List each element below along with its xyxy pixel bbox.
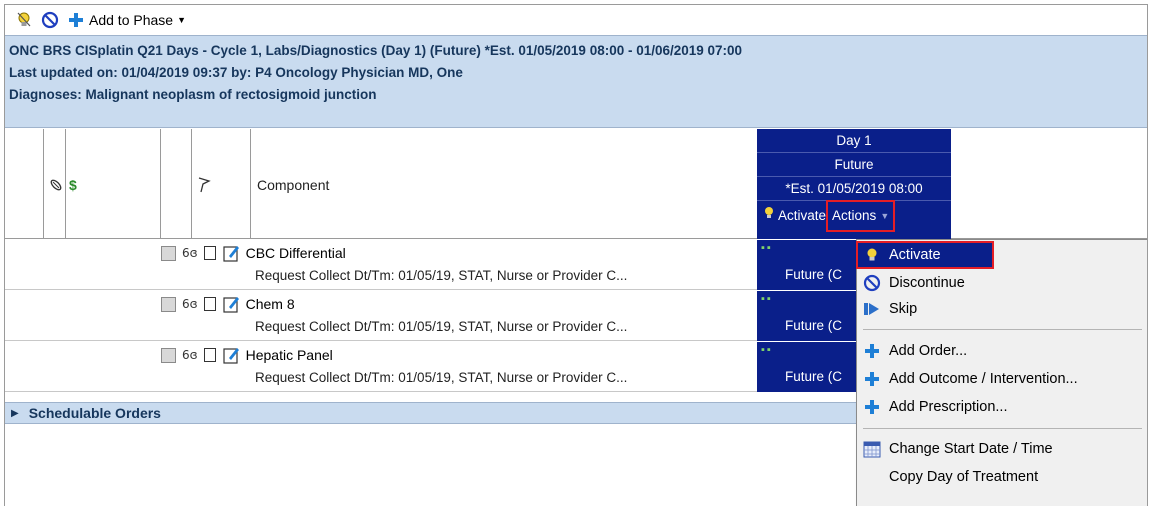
window: Add to Phase ▼ ONC BRS CISplatin Q21 Day…	[4, 4, 1148, 506]
menu-item-add-prescription[interactable]: Add Prescription...	[857, 394, 1147, 420]
divider	[65, 129, 66, 239]
day-status: Future	[757, 153, 951, 177]
plus-icon	[863, 370, 881, 388]
order-status-cell[interactable]: ▪▪ Future (C	[757, 342, 857, 392]
day-column-header: Day 1 Future *Est. 01/05/2019 08:00 Acti…	[757, 129, 951, 239]
order-status: Future (C	[785, 267, 843, 282]
menu-separator	[863, 329, 1142, 330]
actions-context-menu: Activate Discontinue Skip Add Order... A…	[856, 239, 1147, 506]
order-row[interactable]: 6ɞ Hepatic Panel Request Collect Dt/Tm: …	[5, 342, 757, 392]
clipboard-icon	[222, 346, 240, 364]
chevron-down-icon: ▼	[177, 15, 186, 25]
actions-dropdown-button[interactable]: Actions ▼	[826, 200, 896, 232]
lightbulb-icon	[863, 246, 881, 264]
menu-item-label: Add Order...	[889, 343, 968, 359]
divider	[250, 129, 251, 239]
grid-header: $ Component Day 1 Future *Est. 01/05/201…	[5, 129, 1147, 239]
order-status: Future (C	[785, 369, 843, 384]
status-dots-icon: ▪▪	[761, 293, 773, 305]
menu-item-skip[interactable]: Skip	[857, 296, 1147, 322]
diagnoses: Diagnoses: Malignant neoplasm of rectosi…	[9, 87, 377, 102]
menu-item-label: Add Prescription...	[889, 399, 1008, 415]
order-checkbox[interactable]	[161, 347, 176, 363]
order-row[interactable]: 6ɞ Chem 8 Request Collect Dt/Tm: 01/05/1…	[5, 291, 757, 341]
menu-item-discontinue[interactable]: Discontinue	[857, 270, 1147, 296]
activate-label: Activate	[778, 208, 827, 223]
menu-item-add-order[interactable]: Add Order...	[857, 338, 1147, 364]
glasses-icon: 6ɞ	[182, 348, 198, 362]
expand-triangle-icon[interactable]: ▶	[11, 408, 19, 419]
actions-label: Actions	[832, 208, 877, 223]
schedulable-orders-header: ▶ Schedulable Orders	[11, 405, 161, 421]
order-status: Future (C	[785, 318, 843, 333]
menu-item-activate[interactable]: Activate	[856, 241, 994, 269]
document-icon	[203, 297, 216, 311]
menu-item-label: Skip	[889, 301, 918, 317]
menu-item-label: Change Start Date / Time	[889, 441, 1053, 457]
order-name: CBC Differential	[245, 245, 346, 261]
add-to-phase-button[interactable]: Add to Phase ▼	[67, 11, 186, 29]
order-checkbox[interactable]	[161, 245, 176, 261]
document-icon	[203, 246, 216, 260]
order-name: Hepatic Panel	[245, 347, 333, 363]
calendar-icon	[863, 440, 881, 458]
document-icon	[203, 348, 216, 362]
order-checkbox[interactable]	[161, 296, 176, 312]
divider	[160, 129, 161, 239]
menu-item-change-start[interactable]: Change Start Date / Time	[857, 436, 1147, 462]
order-line: 6ɞ CBC Differential	[161, 244, 346, 262]
status-dots-icon: ▪▪	[761, 242, 773, 254]
menu-item-label: Discontinue	[889, 275, 965, 291]
blank-icon	[863, 468, 881, 486]
prohibit-icon[interactable]	[41, 11, 59, 29]
clipboard-icon	[222, 244, 240, 262]
glasses-icon: 6ɞ	[182, 246, 198, 260]
lightbulb-icon	[763, 204, 775, 228]
phase-header: ONC BRS CISplatin Q21 Days - Cycle 1, La…	[5, 35, 1147, 128]
menu-separator	[863, 428, 1142, 429]
plus-icon	[863, 342, 881, 360]
phase-title: ONC BRS CISplatin Q21 Days - Cycle 1, La…	[9, 43, 743, 58]
order-status-cell[interactable]: ▪▪ Future (C	[757, 291, 857, 341]
day-est-date: *Est. 01/05/2019 08:00	[757, 177, 951, 201]
order-status-cell[interactable]: ▪▪ Future (C	[757, 240, 857, 290]
chevron-down-icon: ▼	[880, 211, 890, 221]
menu-item-label: Add Outcome / Intervention...	[889, 371, 1078, 387]
menu-item-copy-day[interactable]: Copy Day of Treatment	[857, 464, 1147, 490]
clipboard-icon	[222, 295, 240, 313]
order-line: 6ɞ Chem 8	[161, 295, 295, 313]
pharmacy-icon	[48, 177, 64, 196]
lightbulb-icon[interactable]	[15, 11, 33, 29]
menu-item-add-outcome[interactable]: Add Outcome / Intervention...	[857, 366, 1147, 392]
order-detail: Request Collect Dt/Tm: 01/05/19, STAT, N…	[255, 370, 628, 385]
last-updated: Last updated on: 01/04/2019 09:37 by: P4…	[9, 65, 463, 80]
activate-button[interactable]: Activate	[763, 204, 826, 228]
divider	[191, 129, 192, 239]
schedulable-orders-label: Schedulable Orders	[28, 405, 161, 421]
glasses-icon: 6ɞ	[182, 297, 198, 311]
order-line: 6ɞ Hepatic Panel	[161, 346, 333, 364]
plus-icon	[67, 11, 85, 29]
prohibit-icon	[863, 274, 881, 292]
divider	[43, 129, 44, 239]
order-detail: Request Collect Dt/Tm: 01/05/19, STAT, N…	[255, 268, 628, 283]
menu-item-label: Activate	[889, 247, 941, 263]
menu-item-label: Copy Day of Treatment	[889, 469, 1039, 485]
status-dots-icon: ▪▪	[761, 344, 773, 356]
order-detail: Request Collect Dt/Tm: 01/05/19, STAT, N…	[255, 319, 628, 334]
toolbar: Add to Phase ▼	[5, 5, 1147, 35]
add-to-phase-label: Add to Phase	[89, 12, 174, 28]
plus-icon	[863, 398, 881, 416]
order-row[interactable]: 6ɞ CBC Differential Request Collect Dt/T…	[5, 240, 757, 290]
component-column-header: Component	[257, 177, 330, 193]
flag-icon	[197, 177, 211, 196]
day-actions-bar: Activate Actions ▼	[757, 200, 951, 232]
order-name: Chem 8	[245, 296, 295, 312]
cost-column-header: $	[69, 177, 77, 193]
skip-icon	[863, 300, 881, 318]
day-label: Day 1	[757, 129, 951, 153]
